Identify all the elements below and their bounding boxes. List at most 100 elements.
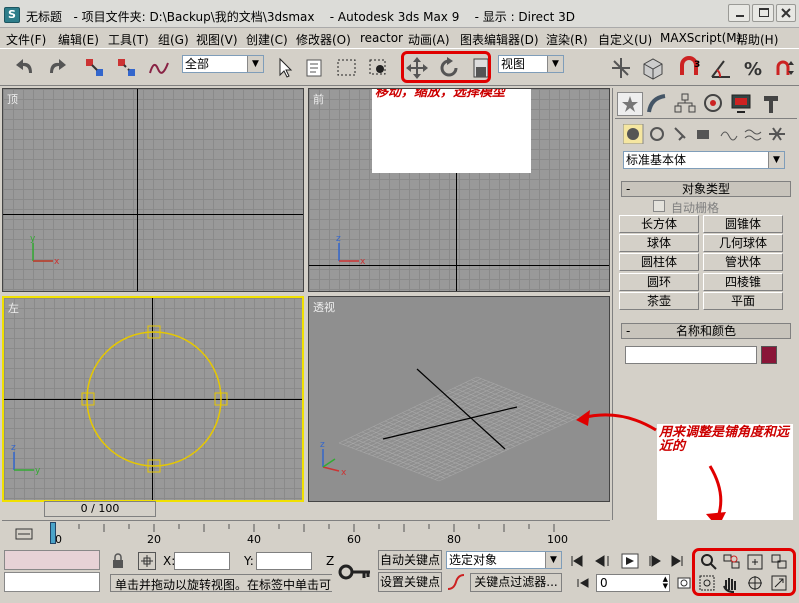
rollout-name-and-color[interactable]: - 名称和颜色 bbox=[621, 323, 791, 339]
viewport-left-active[interactable]: 左 zy bbox=[2, 296, 304, 502]
tab-motion[interactable] bbox=[701, 92, 727, 116]
undo-button[interactable] bbox=[12, 55, 38, 81]
menu-create[interactable]: 创建(C) bbox=[246, 31, 288, 48]
maximize-button[interactable] bbox=[752, 4, 774, 22]
rectangular-selection-button[interactable] bbox=[334, 55, 360, 81]
cylinder-button[interactable]: 圆柱体 bbox=[619, 253, 699, 271]
default-in-out-tangents[interactable] bbox=[446, 573, 466, 591]
zoom-icon[interactable] bbox=[701, 554, 717, 570]
key-filters-button[interactable]: 关键点过滤器... bbox=[470, 573, 562, 592]
bind-to-spacewarp-button[interactable] bbox=[146, 55, 172, 81]
snaps-toggle-button[interactable]: 3 bbox=[676, 55, 702, 81]
autogrid-checkbox[interactable] bbox=[653, 200, 665, 212]
menu-tools[interactable]: 工具(T) bbox=[108, 31, 149, 48]
menu-group[interactable]: 组(G) bbox=[158, 31, 189, 48]
auto-key-button[interactable]: 自动关键点 bbox=[378, 550, 442, 570]
menu-edit[interactable]: 编辑(E) bbox=[58, 31, 99, 48]
menu-reactor[interactable]: reactor bbox=[360, 31, 403, 45]
set-key-button[interactable] bbox=[332, 550, 376, 594]
cone-button[interactable]: 圆锥体 bbox=[703, 215, 783, 233]
absolute-mode-toggle[interactable] bbox=[138, 552, 156, 570]
y-coord-input[interactable] bbox=[256, 552, 312, 570]
tab-utilities[interactable] bbox=[759, 92, 785, 116]
viewport-label-front[interactable]: 前 bbox=[313, 91, 324, 107]
time-slider-thumb[interactable] bbox=[50, 522, 56, 544]
go-to-end-icon[interactable] bbox=[671, 555, 683, 567]
use-pivot-center-button[interactable] bbox=[608, 55, 634, 81]
object-name-input[interactable] bbox=[625, 346, 757, 364]
key-mode-toggle[interactable] bbox=[576, 575, 592, 591]
previous-frame-icon[interactable] bbox=[595, 555, 609, 567]
torus-button[interactable]: 圆环 bbox=[619, 273, 699, 291]
time-configuration-button[interactable] bbox=[676, 575, 692, 591]
menu-file[interactable]: 文件(F) bbox=[6, 31, 46, 48]
selection-lock-toggle[interactable] bbox=[110, 552, 126, 570]
menu-help[interactable]: 帮助(H) bbox=[736, 31, 778, 48]
region-zoom-icon[interactable] bbox=[699, 575, 715, 591]
go-to-start-icon[interactable] bbox=[571, 555, 583, 567]
current-frame-spinner[interactable]: 0 ▲ ▼ bbox=[596, 574, 670, 592]
next-frame-icon[interactable] bbox=[649, 555, 661, 567]
x-coord-input[interactable] bbox=[174, 552, 230, 570]
track-bar[interactable]: 0 20 40 60 80 100 bbox=[52, 524, 612, 546]
window-crossing-button[interactable] bbox=[366, 55, 392, 81]
geosphere-button[interactable]: 几何球体 bbox=[703, 234, 783, 252]
tab-display[interactable] bbox=[729, 92, 755, 116]
set-key-mode-button[interactable]: 设置关键点 bbox=[378, 572, 442, 592]
zoom-extents-all-icon[interactable] bbox=[771, 554, 787, 569]
minimize-button[interactable] bbox=[728, 4, 750, 22]
object-color-swatch[interactable] bbox=[761, 346, 777, 364]
selected-circle-shape[interactable] bbox=[4, 298, 304, 502]
time-slider[interactable]: 0 / 100 bbox=[44, 501, 156, 517]
tab-create[interactable] bbox=[617, 92, 643, 116]
track-view-toggle[interactable] bbox=[14, 524, 36, 544]
select-by-name-button[interactable] bbox=[302, 55, 328, 81]
app-icon[interactable]: S bbox=[4, 7, 20, 23]
object-category-dropdown[interactable]: 标准基本体 ▼ bbox=[623, 151, 785, 169]
angle-snap-button[interactable] bbox=[708, 55, 734, 81]
maxscript-listener-mini[interactable] bbox=[4, 550, 100, 570]
tab-modify[interactable] bbox=[645, 92, 671, 116]
plane-button[interactable]: 平面 bbox=[703, 292, 783, 310]
menu-views[interactable]: 视图(V) bbox=[196, 31, 238, 48]
select-object-button[interactable] bbox=[272, 55, 298, 81]
reference-coordinate-dropdown[interactable]: 视图 ▼ bbox=[498, 55, 564, 73]
play-icon[interactable] bbox=[621, 553, 639, 569]
select-and-link-button[interactable] bbox=[82, 55, 108, 81]
menu-animation[interactable]: 动画(A) bbox=[408, 31, 450, 48]
viewport-front[interactable]: 前 zx 移动，缩放，选择模型 bbox=[308, 88, 610, 292]
key-mode-dropdown[interactable]: 选定对象 ▼ bbox=[446, 551, 562, 569]
redo-button[interactable] bbox=[44, 55, 70, 81]
menu-rendering[interactable]: 渲染(R) bbox=[546, 31, 588, 48]
box-button[interactable]: 长方体 bbox=[619, 215, 699, 233]
min-max-toggle-icon[interactable] bbox=[771, 575, 787, 591]
tangent-icon bbox=[447, 574, 465, 590]
menu-modifiers[interactable]: 修改器(O) bbox=[296, 31, 351, 48]
tab-hierarchy[interactable] bbox=[673, 92, 699, 116]
tube-button[interactable]: 管状体 bbox=[703, 253, 783, 271]
rollout-object-type[interactable]: - 对象类型 bbox=[621, 181, 791, 197]
track-bar-tick-label: 20 bbox=[147, 533, 161, 546]
teapot-button[interactable]: 茶壶 bbox=[619, 292, 699, 310]
zoom-extents-icon[interactable] bbox=[747, 554, 763, 570]
arc-rotate-icon[interactable] bbox=[748, 576, 762, 590]
menu-customize[interactable]: 自定义(U) bbox=[598, 31, 652, 48]
viewport-label-top[interactable]: 顶 bbox=[7, 91, 18, 107]
selection-filter-dropdown[interactable]: 全部 ▼ bbox=[182, 55, 264, 73]
current-frame-value: 0 bbox=[600, 576, 608, 590]
pyramid-button[interactable]: 四棱锥 bbox=[703, 273, 783, 291]
close-button[interactable] bbox=[776, 4, 796, 22]
select-manipulate-button[interactable] bbox=[640, 55, 666, 81]
sphere-button[interactable]: 球体 bbox=[619, 234, 699, 252]
dropdown-arrow-icon: ▼ bbox=[545, 552, 561, 568]
maxscript-output-mini[interactable] bbox=[4, 572, 100, 592]
zoom-all-icon[interactable] bbox=[723, 554, 740, 569]
spinner-snap-button[interactable] bbox=[772, 55, 798, 81]
menu-graph-editors[interactable]: 图表编辑器(D) bbox=[460, 31, 539, 48]
percent-snap-button[interactable]: % bbox=[740, 55, 766, 81]
unlink-button[interactable] bbox=[114, 55, 140, 81]
menu-maxscript[interactable]: MAXScript(M) bbox=[660, 31, 741, 45]
svg-text:3: 3 bbox=[694, 60, 700, 70]
pan-hand-icon[interactable] bbox=[723, 578, 736, 593]
viewport-top[interactable]: 顶 yx bbox=[2, 88, 304, 292]
